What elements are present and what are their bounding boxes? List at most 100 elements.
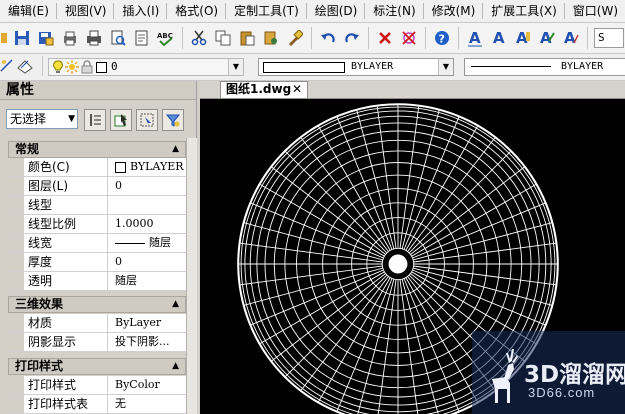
- text-style-icon[interactable]: A: [464, 27, 486, 49]
- filter-button[interactable]: [162, 109, 184, 131]
- menu-window[interactable]: 窗口(W): [565, 0, 625, 22]
- layer-thaw-icon: [65, 60, 79, 75]
- property-value-text: 随层: [149, 236, 171, 249]
- layer-combo[interactable]: 0 ▼: [48, 58, 244, 76]
- redo-icon[interactable]: [341, 27, 363, 49]
- section-3d-effects[interactable]: 三维效果 ▲: [8, 296, 186, 313]
- spellcheck-icon[interactable]: ABC: [155, 27, 177, 49]
- property-value[interactable]: 随层: [109, 272, 186, 290]
- color-combo[interactable]: BYLAYER ▼: [258, 58, 454, 76]
- properties-title: 属性: [0, 81, 196, 100]
- selection-combo[interactable]: 无选择 ▼: [6, 109, 78, 129]
- chevron-down-icon[interactable]: ▼: [438, 59, 453, 75]
- menu-view[interactable]: 视图(V): [57, 0, 114, 22]
- property-row[interactable]: 图层(L) 0: [8, 177, 186, 196]
- property-value[interactable]: 随层: [109, 234, 186, 252]
- match-properties-icon[interactable]: [284, 27, 306, 49]
- layer-lock-icon: [81, 60, 93, 75]
- delete-icon[interactable]: [374, 27, 396, 49]
- menu-custom-tools[interactable]: 定制工具(T): [226, 0, 306, 22]
- meridian-line: [405, 125, 479, 251]
- help-icon[interactable]: ?: [431, 27, 453, 49]
- linetype-combo[interactable]: BYLAYER: [464, 58, 625, 76]
- chevron-down-icon[interactable]: ▼: [228, 59, 243, 75]
- property-row[interactable]: 厚度 0: [8, 253, 186, 272]
- property-row[interactable]: 颜色(C) BYLAYER: [8, 158, 186, 177]
- partial-icon[interactable]: [1, 27, 9, 49]
- select-objects-button[interactable]: [110, 109, 132, 131]
- menu-modify[interactable]: 修改(M): [424, 0, 483, 22]
- property-row[interactable]: 打印样式 ByColor: [8, 376, 186, 395]
- property-row[interactable]: 打印样式表无: [8, 395, 186, 414]
- menu-dimension[interactable]: 标注(N): [365, 0, 422, 22]
- meridian-line: [336, 278, 393, 412]
- drawing-area[interactable]: 图纸1.dwg ✕ 3D溜溜网 3D66.com: [200, 81, 625, 414]
- toolbar-separator: [425, 27, 426, 49]
- property-value[interactable]: 投下阴影...: [109, 333, 186, 351]
- property-value[interactable]: ByLayer: [109, 314, 186, 332]
- publish-icon[interactable]: [131, 27, 153, 49]
- property-row[interactable]: 线型比例 1.0000: [8, 215, 186, 234]
- meridian-line: [411, 183, 537, 257]
- meridian-line: [412, 202, 546, 259]
- text-edit-icon[interactable]: A: [512, 27, 534, 49]
- property-label: 图层(L): [24, 177, 108, 195]
- svg-text:?: ?: [439, 33, 445, 46]
- save-icon[interactable]: [11, 27, 33, 49]
- property-value[interactable]: [109, 196, 186, 214]
- property-value[interactable]: 无: [109, 395, 186, 413]
- chevron-down-icon: ▼: [68, 114, 75, 124]
- meridian-line: [259, 271, 385, 345]
- quick-select-button[interactable]: [136, 109, 158, 131]
- property-value[interactable]: 0: [109, 177, 186, 195]
- menu-edit[interactable]: 编辑(E): [0, 0, 56, 22]
- menu-draw[interactable]: 绘图(D): [307, 0, 365, 22]
- paste-special-icon[interactable]: [260, 27, 282, 49]
- property-row[interactable]: 材质 ByLayer: [8, 314, 186, 333]
- menu-insert[interactable]: 插入(I): [114, 0, 166, 22]
- print-icon[interactable]: [83, 27, 105, 49]
- property-label: 阴影显示: [24, 333, 108, 351]
- menu-format[interactable]: 格式(O): [167, 0, 225, 22]
- property-row[interactable]: 透明 随层: [8, 272, 186, 291]
- property-label: 厚度: [24, 253, 108, 271]
- meridian-line: [403, 116, 460, 250]
- text-style-combo[interactable]: S: [594, 28, 624, 48]
- text-find-icon[interactable]: A: [536, 27, 558, 49]
- save-as-icon[interactable]: [35, 27, 57, 49]
- property-label: 打印样式: [24, 376, 108, 394]
- property-row[interactable]: 阴影显示 投下阴影...: [8, 333, 186, 352]
- menu-extension-tools[interactable]: 扩展工具(X): [483, 0, 564, 22]
- toolbar-separator: [182, 27, 183, 49]
- watermark-brand: 3D溜溜网: [524, 362, 625, 388]
- multiline-text-icon[interactable]: A: [488, 27, 510, 49]
- property-row[interactable]: 线型: [8, 196, 186, 215]
- property-value[interactable]: ByColor: [109, 376, 186, 394]
- property-row[interactable]: 线宽 随层: [8, 234, 186, 253]
- collapse-icon: ▲: [172, 361, 179, 371]
- layer-manager-icon[interactable]: [0, 58, 14, 74]
- property-value[interactable]: 0: [109, 253, 186, 271]
- toggle-pickadd-button[interactable]: [84, 109, 106, 131]
- property-value[interactable]: BYLAYER: [109, 158, 186, 176]
- property-label: 颜色(C): [24, 158, 108, 176]
- section-print-style[interactable]: 打印样式 ▲: [8, 358, 186, 375]
- property-value[interactable]: 1.0000: [109, 215, 186, 233]
- section-general[interactable]: 常规 ▲: [8, 141, 186, 158]
- watermark-url: 3D66.com: [528, 385, 596, 400]
- layer-previous-icon[interactable]: [16, 58, 34, 74]
- undo-icon[interactable]: [317, 27, 339, 49]
- property-label: 透明: [24, 272, 108, 290]
- print-preview-icon[interactable]: [59, 27, 81, 49]
- copy-icon[interactable]: [212, 27, 234, 49]
- erase-selection-icon[interactable]: [398, 27, 420, 49]
- deer-logo-icon: [480, 339, 520, 408]
- meridian-line: [377, 279, 397, 414]
- plot-preview-icon[interactable]: [107, 27, 129, 49]
- text-scale-icon[interactable]: A: [560, 27, 582, 49]
- cut-icon[interactable]: [188, 27, 210, 49]
- meridian-line: [412, 269, 546, 326]
- properties-scrollbar[interactable]: [186, 138, 197, 414]
- watermark: 3D溜溜网 3D66.com: [472, 331, 625, 414]
- paste-icon[interactable]: [236, 27, 258, 49]
